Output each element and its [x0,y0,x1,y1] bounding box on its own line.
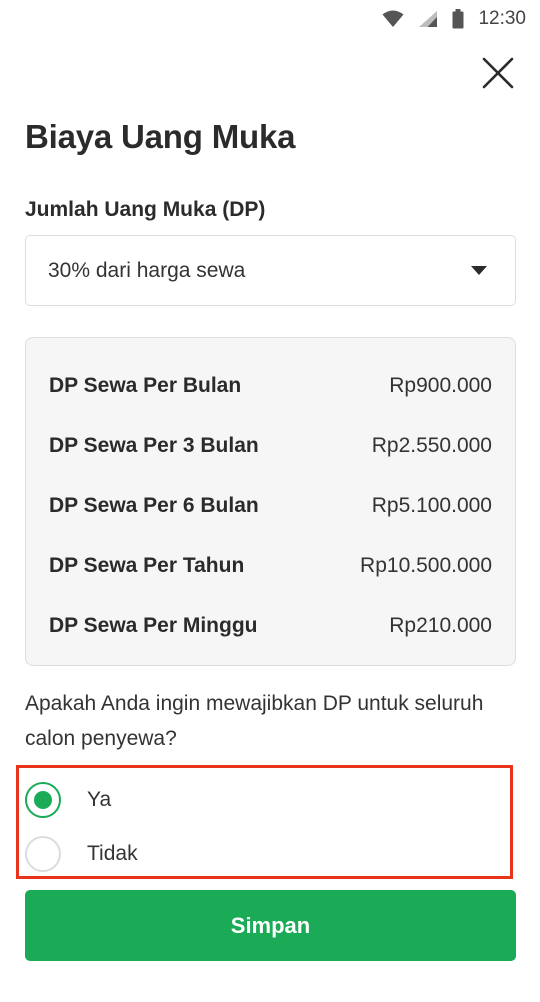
status-icons: 12:30 [382,8,526,30]
price-row-value: Rp5.100.000 [371,494,492,517]
down-payment-screen: 12:30 Biaya Uang Muka Jumlah Uang Muka (… [0,0,540,1002]
price-row-value: Rp10.500.000 [360,554,492,577]
price-row-label: DP Sewa Per Tahun [49,554,245,577]
price-row: DP Sewa Per Minggu Rp210.000 [49,596,492,656]
page-title: Biaya Uang Muka [25,118,296,155]
down-payment-label: Jumlah Uang Muka (DP) [25,198,266,221]
price-row-label: DP Sewa Per Minggu [49,614,258,637]
price-row-label: DP Sewa Per 3 Bulan [49,434,259,457]
radio-button-checked[interactable] [25,782,61,818]
close-button[interactable] [480,55,516,91]
battery-icon [452,9,464,29]
price-row-value: Rp900.000 [389,374,492,397]
cellular-signal-icon [418,10,438,28]
radio-label-ya: Ya [87,788,112,811]
price-row-label: DP Sewa Per 6 Bulan [49,494,259,517]
radio-option-ya[interactable]: Ya [25,782,111,818]
price-summary-box: DP Sewa Per Bulan Rp900.000 DP Sewa Per … [25,337,516,666]
status-bar: 12:30 [0,0,540,38]
requirement-question: Apakah Anda ingin mewajibkan DP untuk se… [25,692,484,750]
price-row-value: Rp210.000 [389,614,492,637]
close-icon [482,57,514,89]
caret-down-icon [471,266,487,275]
price-row: DP Sewa Per 6 Bulan Rp5.100.000 [49,476,492,536]
radio-option-tidak[interactable]: Tidak [25,836,138,872]
price-row-label: DP Sewa Per Bulan [49,374,242,397]
status-time: 12:30 [478,8,526,29]
wifi-icon [382,10,404,28]
down-payment-select-value: 30% dari harga sewa [48,258,246,282]
price-row: DP Sewa Per 3 Bulan Rp2.550.000 [49,416,492,476]
radio-label-tidak: Tidak [87,842,138,865]
requirement-radio-group: Ya Tidak [16,765,513,879]
down-payment-select[interactable]: 30% dari harga sewa [25,235,516,306]
radio-button-unchecked[interactable] [25,836,61,872]
save-button[interactable]: Simpan [25,890,516,961]
price-row: DP Sewa Per Bulan Rp900.000 [49,356,492,416]
price-row: DP Sewa Per Tahun Rp10.500.000 [49,536,492,596]
price-row-value: Rp2.550.000 [371,434,492,457]
